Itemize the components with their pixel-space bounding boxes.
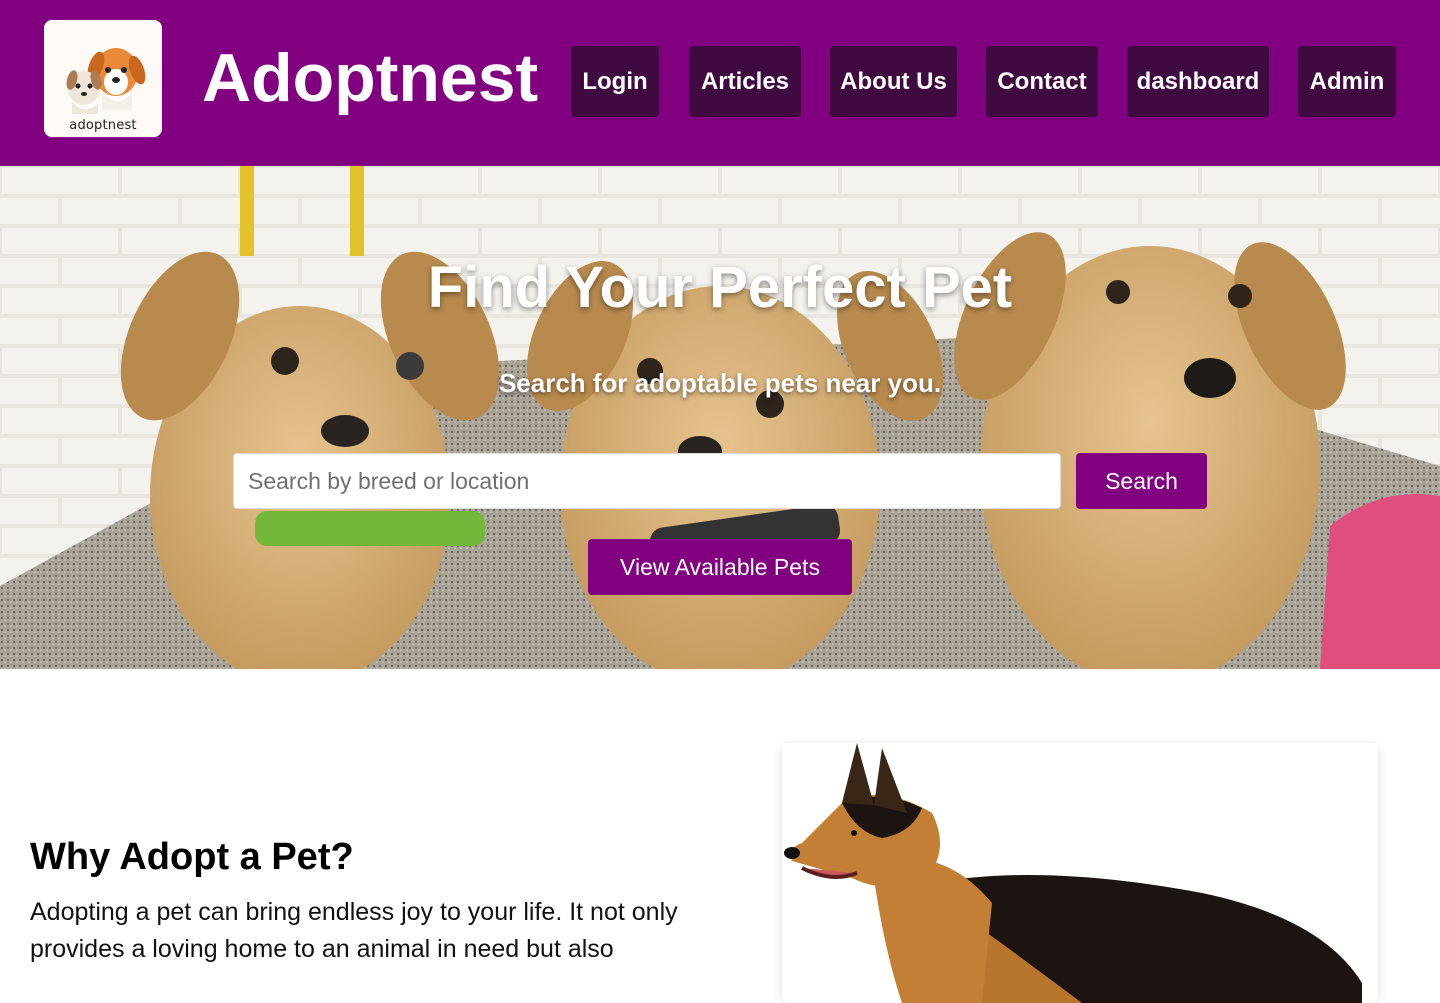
nav-login-button[interactable]: Login xyxy=(571,46,659,117)
german-shepherd-image-card xyxy=(782,743,1378,1003)
nav-articles-button[interactable]: Articles xyxy=(689,46,801,117)
brand-name[interactable]: Adoptnest xyxy=(202,38,538,118)
why-adopt-title: Why Adopt a Pet? xyxy=(30,836,354,878)
nav-contact-button[interactable]: Contact xyxy=(986,46,1098,117)
nav-about-button[interactable]: About Us xyxy=(830,46,957,117)
site-header: adoptnest Adoptnest Login Articles About… xyxy=(0,0,1440,166)
nav-admin-button[interactable]: Admin xyxy=(1298,46,1396,117)
logo[interactable]: adoptnest xyxy=(44,20,162,137)
search-input[interactable] xyxy=(233,453,1061,509)
hero-section: Find Your Perfect Pet Search for adoptab… xyxy=(0,166,1440,669)
hero-subtitle: Search for adoptable pets near you. xyxy=(498,368,942,398)
german-shepherd-image xyxy=(782,743,1378,1003)
logo-text: adoptnest xyxy=(69,118,137,133)
view-available-pets-button[interactable]: View Available Pets xyxy=(588,539,852,595)
hero-title: Find Your Perfect Pet xyxy=(427,255,1013,320)
nav-dashboard-button[interactable]: dashboard xyxy=(1127,46,1269,117)
search-button[interactable]: Search xyxy=(1076,453,1207,509)
